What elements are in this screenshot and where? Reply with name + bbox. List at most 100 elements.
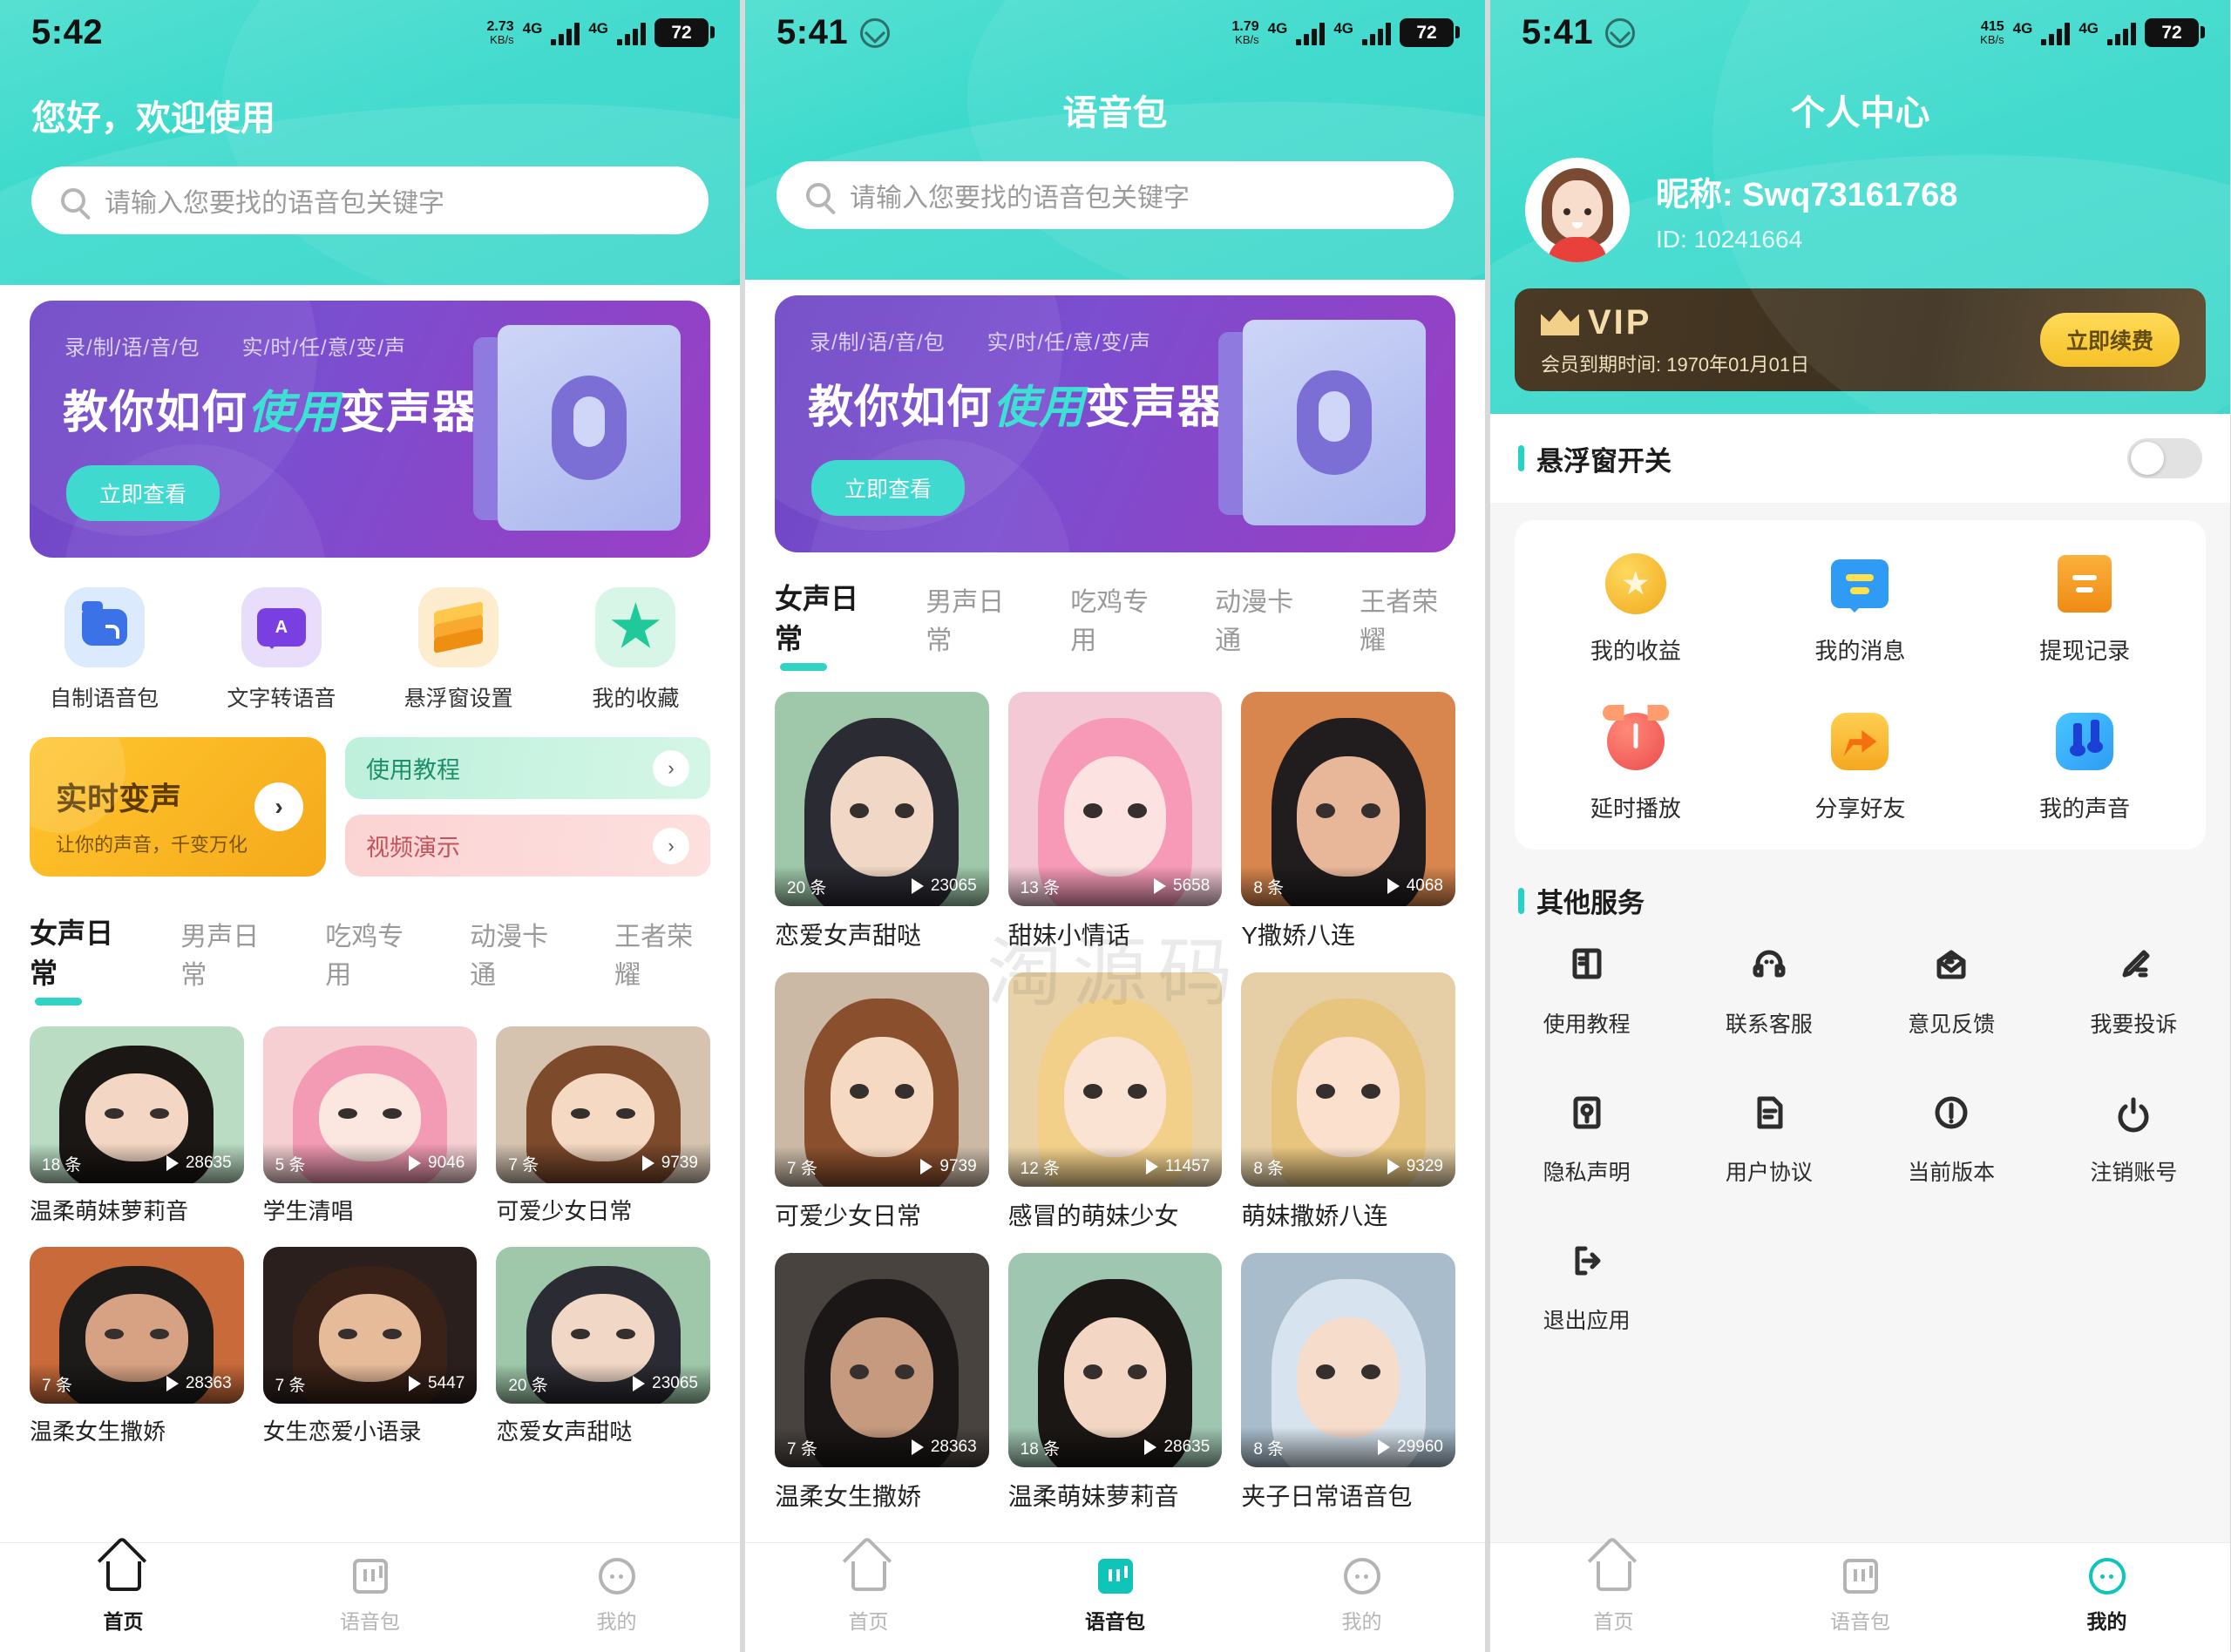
- tab-male-daily[interactable]: 男声日常: [180, 915, 276, 1005]
- battery-indicator: 72: [1400, 18, 1460, 47]
- pack-count: 5 条: [275, 1155, 306, 1175]
- pencil-icon: [2106, 938, 2160, 992]
- tab-pubg[interactable]: 吃鸡专用: [325, 915, 421, 1005]
- tutorial-card[interactable]: 使用教程 ›: [345, 737, 710, 799]
- tutorial-banner[interactable]: 录/制/语/音/包 实/时/任/意/变/声 教你如何使用变声器 立即查看: [775, 295, 1455, 552]
- pack-plays: 9739: [939, 1157, 977, 1175]
- tutorial-banner[interactable]: 录/制/语/音/包 实/时/任/意/变/声 教你如何使用变声器 立即查看: [30, 301, 710, 558]
- voice-pack-card[interactable]: 8 条 29960 夹子日常语音包: [1241, 1253, 1455, 1513]
- play-icon: [166, 1155, 179, 1171]
- play-icon: [641, 1155, 654, 1171]
- voice-pack-card[interactable]: 7 条 28363 温柔女生撒娇: [775, 1253, 989, 1513]
- service-user-agreement[interactable]: 用户协议: [1678, 1086, 1860, 1187]
- service-delete-account[interactable]: 注销账号: [2043, 1086, 2225, 1187]
- pack-name: 可爱少女日常: [496, 1198, 633, 1224]
- tab-honor-of-kings[interactable]: 王者荣耀: [1360, 580, 1455, 671]
- voice-pack-thumbnail: 20 条 23065: [775, 692, 989, 906]
- service-privacy[interactable]: 隐私声明: [1495, 1086, 1678, 1187]
- weather-icon: [860, 17, 891, 48]
- avatar: [1525, 158, 1630, 262]
- tab-pubg[interactable]: 吃鸡专用: [1070, 580, 1166, 671]
- pack-count: 8 条: [1253, 1159, 1285, 1178]
- service-tutorial[interactable]: 使用教程: [1495, 938, 1678, 1039]
- service-complaint[interactable]: 我要投诉: [2043, 938, 2225, 1039]
- feature-delay-play[interactable]: 延时播放: [1523, 705, 1748, 823]
- tab-male-daily[interactable]: 男声日常: [926, 580, 1021, 671]
- voice-pack-icon: [1095, 1556, 1136, 1596]
- feature-my-messages[interactable]: 我的消息: [1748, 550, 1973, 666]
- feature-share-friend[interactable]: 分享好友: [1748, 708, 1973, 823]
- nav-voice-pack[interactable]: 语音包: [247, 1556, 493, 1635]
- search-input[interactable]: 请输入您要找的语音包关键字: [776, 161, 1454, 229]
- pack-name: 萌妹撒娇八连: [1241, 1202, 1388, 1229]
- voice-pack-card[interactable]: 7 条 5447 女生恋爱小语录: [262, 1247, 478, 1446]
- service-version[interactable]: 当前版本: [1861, 1086, 2043, 1187]
- renew-button[interactable]: 立即续费: [2039, 313, 2180, 367]
- nav-voice-pack[interactable]: 语音包: [992, 1556, 1238, 1635]
- tab-honor-of-kings[interactable]: 王者荣耀: [614, 915, 710, 1005]
- nav-profile[interactable]: 我的: [1238, 1556, 1485, 1635]
- banner-cta-button[interactable]: 立即查看: [66, 465, 220, 521]
- nav-profile[interactable]: 我的: [493, 1556, 740, 1635]
- nav-voice-pack[interactable]: 语音包: [1737, 1556, 1983, 1635]
- quick-action-float-settings[interactable]: 悬浮窗设置: [370, 587, 547, 713]
- tab-female-daily[interactable]: 女声日常: [775, 577, 877, 671]
- banner-tags: 录/制/语/音/包 实/时/任/意/变/声: [810, 325, 1151, 355]
- video-demo-card[interactable]: 视频演示 ›: [345, 815, 710, 877]
- pack-name: 温柔女生撒娇: [30, 1418, 166, 1445]
- service-logout[interactable]: 退出应用: [1495, 1234, 1678, 1335]
- profile-icon: [2087, 1556, 2127, 1596]
- screen-voice-packs: 5:41 1.79 KB/s 4G 4G 72 语音包 请输入您要找的语音包关键…: [745, 0, 1485, 1652]
- realtime-voice-card[interactable]: 实时变声 让你的声音，千变万化 ›: [30, 737, 326, 877]
- search-placeholder: 请输入您要找的语音包关键字: [105, 189, 444, 218]
- tab-anime[interactable]: 动漫卡通: [1215, 580, 1311, 671]
- signal-bars-1: [1296, 21, 1326, 45]
- search-input[interactable]: 请输入您要找的语音包关键字: [31, 166, 709, 234]
- quick-action-custom-pack[interactable]: 自制语音包: [16, 587, 193, 713]
- search-icon: [61, 188, 85, 213]
- text-to-speech-icon: A: [241, 587, 322, 667]
- quick-action-favorites[interactable]: 我的收藏: [547, 587, 724, 713]
- service-feedback[interactable]: 意见反馈: [1861, 938, 2043, 1039]
- realtime-subtitle: 让你的声音，千变万化: [56, 834, 248, 856]
- feature-my-voice[interactable]: 我的声音: [1972, 708, 2197, 823]
- service-contact-support[interactable]: 联系客服: [1678, 938, 1860, 1039]
- banner-tags: 录/制/语/音/包 实/时/任/意/变/声: [64, 330, 406, 361]
- network-type-2: 4G: [1333, 20, 1353, 37]
- features-grid: 我的收益 我的消息 提现记录 延时播放 分享好友 我的声音: [1523, 550, 2197, 823]
- feature-my-earnings[interactable]: 我的收益: [1523, 550, 1748, 666]
- vip-info: VIP 会员到期时间: 1970年01月01日: [1541, 303, 1809, 377]
- signal-bars-2: [2107, 21, 2136, 45]
- quick-action-tts[interactable]: A 文字转语音: [193, 587, 370, 713]
- voice-pack-card[interactable]: 5 条 9046 学生清唱: [262, 1026, 478, 1226]
- vip-banner[interactable]: VIP 会员到期时间: 1970年01月01日 立即续费: [1515, 288, 2206, 391]
- voice-pack-card[interactable]: 7 条 28363 温柔女生撒娇: [30, 1247, 244, 1446]
- coin-icon: [1592, 550, 1670, 618]
- voice-pack-card[interactable]: 18 条 28635 温柔萌妹萝莉音: [30, 1026, 244, 1226]
- service-label: 用户协议: [1725, 1161, 1813, 1185]
- tab-female-daily[interactable]: 女声日常: [30, 911, 132, 1005]
- bottom-nav-voicepack: 首页 语音包 我的: [745, 1542, 1485, 1652]
- nav-home[interactable]: 首页: [1490, 1556, 1737, 1635]
- signal-bars-1: [2041, 21, 2071, 45]
- tab-anime[interactable]: 动漫卡通: [470, 915, 566, 1005]
- nav-profile[interactable]: 我的: [1983, 1556, 2230, 1635]
- vip-expiry: 会员到期时间: 1970年01月01日: [1541, 353, 1810, 376]
- feature-withdraw-record[interactable]: 提现记录: [1972, 550, 2197, 666]
- profile-user-row[interactable]: 昵称: Swq73161768 ID: 10241664: [1490, 135, 2230, 288]
- voice-pack-icon: [1841, 1556, 1881, 1596]
- voice-pack-card[interactable]: 18 条 28635 温柔萌妹萝莉音: [1007, 1253, 1223, 1513]
- pack-plays: 5658: [1173, 877, 1210, 895]
- voice-pack-card[interactable]: 7 条 9739 可爱少女日常: [496, 1026, 710, 1226]
- nav-home[interactable]: 首页: [0, 1556, 247, 1635]
- pack-plays: 11457: [1164, 1157, 1210, 1175]
- banner-cta-button[interactable]: 立即查看: [811, 460, 966, 516]
- play-icon: [911, 1439, 924, 1455]
- float-window-toggle[interactable]: [2127, 438, 2202, 478]
- banner-tag-right: 实/时/任/意/变/声: [987, 331, 1152, 355]
- pack-name: 恋爱女声甜哒: [496, 1418, 633, 1445]
- nav-label: 我的: [596, 1609, 637, 1633]
- voice-pack-card[interactable]: 20 条 23065 恋爱女声甜哒: [496, 1247, 710, 1446]
- nav-home[interactable]: 首页: [745, 1556, 992, 1635]
- signal-bars-1: [551, 21, 580, 45]
